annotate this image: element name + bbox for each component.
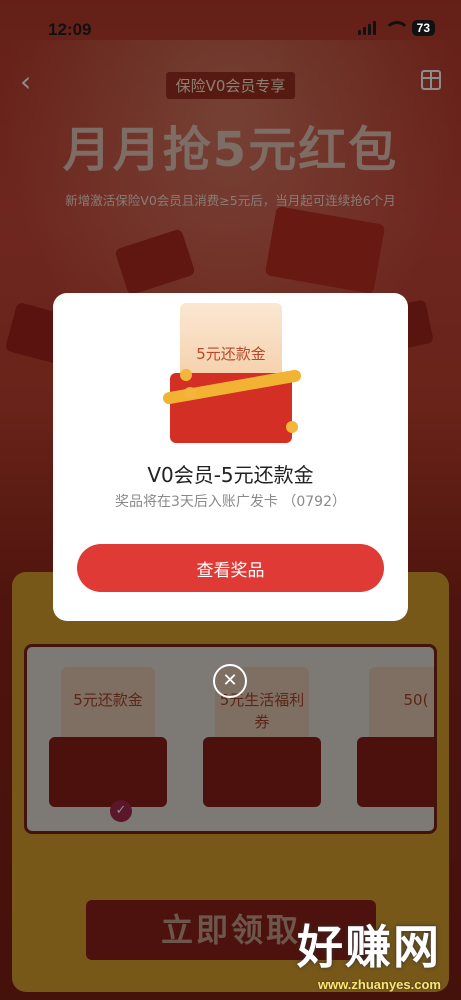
coin-icon [184, 387, 196, 399]
watermark-text: 好赚网 [297, 920, 441, 974]
wifi-icon [383, 21, 410, 35]
watermark: 好赚网 www.zhuanyes.com [297, 911, 441, 992]
signal-icon [357, 21, 376, 35]
battery-indicator: 73 [411, 20, 435, 36]
illustration-label: 5元还款金 [196, 345, 266, 363]
watermark-url: www.zhuanyes.com [317, 977, 441, 992]
coin-icon [180, 369, 192, 381]
view-prize-button[interactable]: 查看奖品 [77, 544, 384, 592]
modal-title: V0会员-5元还款金 [147, 463, 314, 487]
status-bar: 12:09 73 [0, 0, 461, 58]
status-time: 12:09 [48, 20, 92, 39]
close-icon[interactable]: ✕ [213, 664, 247, 698]
modal-description: 奖品将在3天后入账广发卡 （0792） [115, 494, 346, 510]
coin-icon [286, 421, 298, 433]
prize-illustration: 5元还款金 [162, 303, 302, 443]
prize-modal: 5元还款金 V0会员-5元还款金 奖品将在3天后入账广发卡 （0792） 查看奖… [53, 293, 408, 621]
status-icons: 73 [357, 20, 435, 36]
